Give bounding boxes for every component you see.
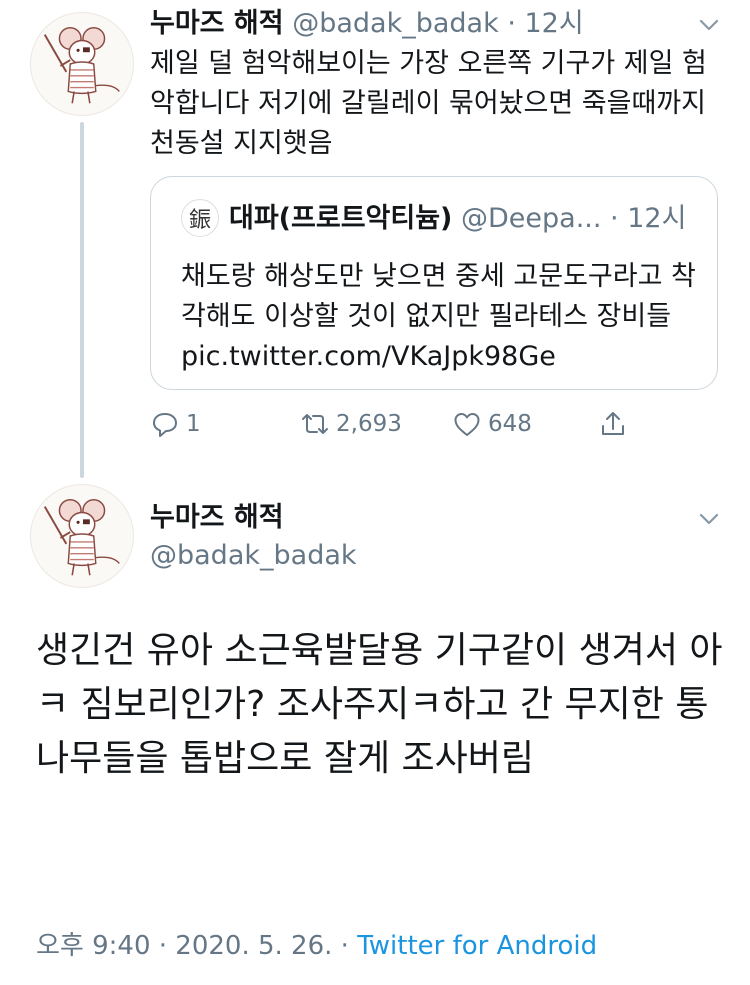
retweet-count: 2,693: [336, 411, 402, 437]
tweet1-separator: ·: [507, 8, 516, 39]
share-button[interactable]: [598, 404, 634, 444]
tweet2-display-name[interactable]: 누마즈 해적: [150, 500, 284, 536]
quoted-separator: ·: [610, 203, 619, 234]
mouse-pirate-avatar-icon: [43, 498, 120, 576]
reply-icon: [153, 413, 177, 437]
tweet2-source-link[interactable]: Twitter for Android: [357, 931, 597, 961]
chevron-down-icon[interactable]: [694, 504, 724, 534]
quoted-avatar: 鋠: [181, 199, 219, 237]
quoted-display-name: 대파(프로트악티늄): [229, 203, 453, 234]
tweet2-footer: 오후 9:40 · 2020. 5. 26. · Twitter for And…: [36, 928, 597, 964]
quoted-header: 대파(프로트악티늄) @Deepa... · 12시: [229, 201, 699, 237]
quoted-tweet-card[interactable]: 鋠 대파(프로트악티늄) @Deepa... · 12시 채도랑 해상도만 낮으…: [150, 176, 718, 390]
quoted-handle: @Deepa...: [461, 203, 602, 234]
quoted-time: 12시: [627, 203, 687, 234]
tweet1-time[interactable]: 12시: [525, 8, 584, 39]
tweet1-action-bar: 1 2,693 648: [150, 404, 650, 444]
tweet2-handle[interactable]: @badak_badak: [150, 538, 357, 574]
tweet2-timestamp[interactable]: 오후 9:40 · 2020. 5. 26. ·: [36, 931, 357, 961]
mouse-pirate-avatar-icon: [43, 26, 120, 104]
tweet1-header: 누마즈 해적 @badak_badak · 12시: [150, 6, 710, 42]
reply-button[interactable]: 1: [150, 404, 201, 444]
share-icon: [602, 412, 624, 435]
thread-connector-line: [80, 122, 84, 478]
reply-count: 1: [186, 411, 201, 437]
tweet1-display-name[interactable]: 누마즈 해적: [150, 8, 284, 39]
like-button[interactable]: 648: [452, 404, 532, 444]
tweet1-handle[interactable]: @badak_badak: [292, 8, 499, 39]
avatar[interactable]: [30, 484, 134, 588]
tweet2-text: 생긴건 유아 소근육발달용 기구같이 생겨서 아ㅋ 짐보리인가? 조사주지ㅋ하고…: [36, 630, 723, 779]
chevron-down-icon[interactable]: [694, 10, 724, 40]
avatar[interactable]: [30, 12, 134, 116]
like-count: 648: [488, 411, 532, 437]
retweet-button[interactable]: 2,693: [300, 404, 402, 444]
quoted-text: 채도랑 해상도만 낮으면 중세 고문도구라고 착각해도 이상할 것이 없지만 필…: [181, 261, 696, 372]
retweet-icon: [302, 414, 328, 434]
tweet1-text: 제일 덜 험악해보이는 가장 오른쪽 기구가 제일 험악합니다 저기에 갈릴레이…: [150, 48, 707, 159]
heart-icon: [454, 413, 480, 436]
